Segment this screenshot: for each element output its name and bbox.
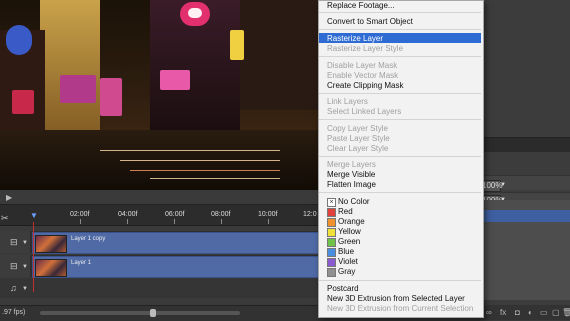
ruler-tick bbox=[80, 219, 81, 224]
green-swatch-icon bbox=[327, 238, 336, 247]
clip-thumbnail bbox=[35, 235, 67, 253]
orange-swatch-icon bbox=[327, 218, 336, 227]
menu-item-orange[interactable]: Orange bbox=[338, 217, 365, 226]
menu-item-create-clipping-mask[interactable]: Create Clipping Mask bbox=[327, 81, 403, 90]
layers-panel-tab-bar bbox=[480, 137, 570, 152]
menu-separator bbox=[319, 119, 481, 120]
gray-swatch-icon bbox=[327, 268, 336, 277]
menu-separator bbox=[319, 192, 481, 193]
timeline-zoom-handle[interactable] bbox=[150, 309, 156, 317]
menu-item-red[interactable]: Red bbox=[338, 207, 353, 216]
film-icon[interactable]: ⊟ bbox=[10, 261, 18, 272]
neon-sign-yellow bbox=[230, 30, 244, 60]
chevron-down-icon[interactable]: ▼ bbox=[500, 182, 506, 188]
neon-sign-cyan bbox=[160, 70, 190, 90]
chevron-down-icon[interactable]: ▼ bbox=[22, 264, 28, 270]
menu-separator bbox=[319, 12, 481, 13]
street-light-streak bbox=[120, 160, 280, 161]
menu-item-merge-layers[interactable]: Merge Layers bbox=[327, 160, 376, 169]
menu-item-green[interactable]: Green bbox=[338, 237, 360, 246]
neon-sign-ph bbox=[188, 8, 202, 18]
menu-separator bbox=[319, 280, 481, 281]
violet-swatch-icon bbox=[327, 258, 336, 267]
menu-item-copy-layer-style[interactable]: Copy Layer Style bbox=[327, 124, 388, 133]
menu-item-convert-smart-object[interactable]: Convert to Smart Object bbox=[327, 17, 413, 26]
menu-separator bbox=[319, 156, 481, 157]
ruler-tick bbox=[127, 219, 128, 224]
menu-item-enable-vector-mask[interactable]: Enable Vector Mask bbox=[327, 71, 398, 80]
fps-readout: .97 fps) bbox=[2, 309, 26, 316]
menu-item-3d-extrusion-selected-layer[interactable]: New 3D Extrusion from Selected Layer bbox=[327, 294, 465, 303]
clip-label: Layer 1 copy bbox=[71, 236, 106, 242]
ruler-tick bbox=[268, 219, 269, 224]
neon-sign-screen bbox=[100, 78, 122, 116]
time-tick-label: 08:00f bbox=[211, 211, 231, 218]
menu-item-yellow[interactable]: Yellow bbox=[338, 227, 361, 236]
video-canvas bbox=[0, 0, 320, 190]
fx-icon[interactable]: fx bbox=[500, 308, 506, 317]
menu-item-paste-layer-style[interactable]: Paste Layer Style bbox=[327, 134, 390, 143]
yellow-swatch-icon bbox=[327, 228, 336, 237]
street-light-streak bbox=[150, 178, 280, 179]
menu-item-clear-layer-style[interactable]: Clear Layer Style bbox=[327, 144, 388, 153]
menu-item-select-linked-layers[interactable]: Select Linked Layers bbox=[327, 107, 401, 116]
menu-item-disable-layer-mask[interactable]: Disable Layer Mask bbox=[327, 61, 397, 70]
playhead-line bbox=[33, 222, 34, 292]
menu-separator bbox=[319, 29, 481, 30]
play-icon[interactable]: ▶ bbox=[6, 193, 12, 202]
scissors-icon[interactable]: ✂ bbox=[1, 213, 9, 224]
menu-separator bbox=[319, 93, 481, 94]
menu-item-3d-extrusion-current-selection[interactable]: New 3D Extrusion from Current Selection bbox=[327, 304, 473, 313]
music-note-icon[interactable]: ♫ bbox=[10, 283, 17, 293]
menu-item-link-layers[interactable]: Link Layers bbox=[327, 97, 368, 106]
blue-swatch-icon bbox=[327, 248, 336, 257]
time-tick-label: 06:00f bbox=[165, 211, 185, 218]
menu-item-postcard[interactable]: Postcard bbox=[327, 284, 359, 293]
neon-sign-magenta bbox=[60, 75, 96, 103]
menu-item-violet[interactable]: Violet bbox=[338, 257, 358, 266]
chevron-down-icon[interactable]: ▼ bbox=[22, 286, 28, 292]
street-light-streak bbox=[100, 150, 280, 151]
menu-item-no-color[interactable]: No Color bbox=[338, 197, 370, 206]
ruler-tick bbox=[174, 219, 175, 224]
clip-thumbnail bbox=[35, 259, 67, 277]
film-icon[interactable]: ⊟ bbox=[10, 237, 18, 248]
menu-item-replace-footage[interactable]: Replace Footage... bbox=[327, 1, 395, 10]
menu-item-rasterize-layer[interactable]: Rasterize Layer bbox=[327, 34, 383, 43]
new-layer-icon[interactable]: ▢ bbox=[552, 308, 560, 317]
time-tick-label: 02:00f bbox=[70, 211, 90, 218]
street-light-streak bbox=[130, 170, 280, 171]
clip-label: Layer 1 bbox=[71, 260, 92, 266]
adjustment-icon[interactable]: ◐ bbox=[528, 308, 533, 317]
folder-icon[interactable]: ▭ bbox=[540, 308, 548, 317]
menu-separator bbox=[319, 56, 481, 57]
trash-icon[interactable]: 🗑 bbox=[562, 308, 570, 317]
menu-item-blue[interactable]: Blue bbox=[338, 247, 354, 256]
link-icon[interactable]: ∞ bbox=[486, 308, 492, 317]
selected-layer-row[interactable] bbox=[480, 210, 570, 222]
no-color-icon: × bbox=[327, 198, 336, 207]
neon-sign-red bbox=[12, 90, 34, 114]
chevron-down-icon[interactable]: ▼ bbox=[22, 240, 28, 246]
menu-item-flatten-image[interactable]: Flatten Image bbox=[327, 180, 376, 189]
time-tick-label: 10:00f bbox=[258, 211, 278, 218]
red-swatch-icon bbox=[327, 208, 336, 217]
mask-icon[interactable]: ◘ bbox=[515, 308, 520, 317]
playhead-icon[interactable]: ▼ bbox=[30, 211, 38, 220]
menu-item-rasterize-layer-style[interactable]: Rasterize Layer Style bbox=[327, 44, 403, 53]
ruler-tick bbox=[221, 219, 222, 224]
neon-sign-blue bbox=[6, 25, 32, 55]
time-tick-label: 12:0 bbox=[303, 211, 317, 218]
menu-item-gray[interactable]: Gray bbox=[338, 267, 355, 276]
building-right bbox=[240, 0, 320, 110]
timeline-zoom-slider[interactable] bbox=[40, 311, 240, 315]
menu-item-merge-visible[interactable]: Merge Visible bbox=[327, 170, 375, 179]
time-tick-label: 04:00f bbox=[118, 211, 138, 218]
